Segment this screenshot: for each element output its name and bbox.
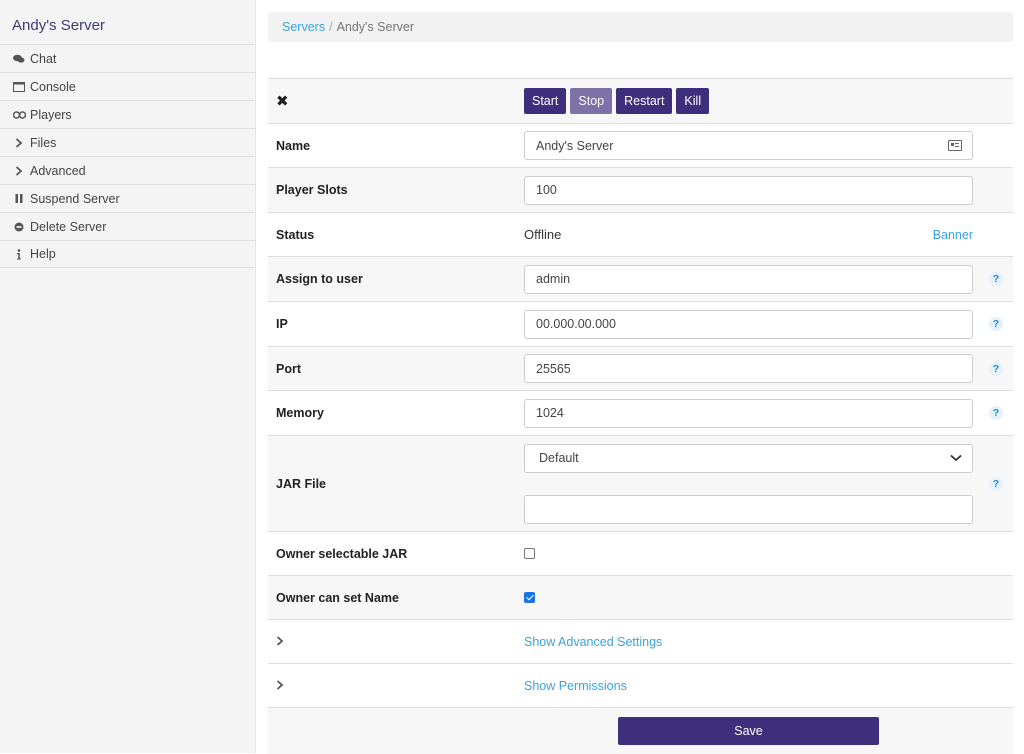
show-permissions-link[interactable]: Show Permissions — [524, 679, 627, 693]
port-label: Port — [276, 361, 301, 376]
assign-user-input[interactable]: admin — [524, 264, 973, 294]
memory-label: Memory — [276, 406, 324, 420]
help-icon[interactable]: ? — [989, 361, 1003, 376]
help-icon[interactable]: ? — [989, 476, 1003, 491]
sidebar-item-label: Players — [30, 107, 72, 122]
kill-button[interactable]: Kill — [676, 88, 710, 114]
jar-file-selected: Default — [539, 451, 579, 465]
banner-link[interactable]: Banner — [933, 228, 973, 242]
sidebar: Andy's Server Chat Console Players Files… — [0, 0, 256, 753]
status-label: Status — [276, 227, 315, 242]
permissions-row[interactable]: Show Permissions — [268, 664, 1013, 708]
chevron-right-icon — [268, 635, 524, 649]
stop-button[interactable]: Stop — [570, 88, 613, 114]
status-row: Status Offline Banner — [268, 213, 1013, 257]
memory-row: Memory 1024 ? — [268, 391, 1013, 436]
sidebar-item-chat[interactable]: Chat — [0, 44, 255, 72]
chevron-right-icon — [12, 137, 26, 148]
chat-icon — [12, 54, 26, 64]
sidebar-item-suspend-server[interactable]: Suspend Server — [0, 184, 255, 212]
assign-user-row: Assign to user admin ? — [268, 257, 1013, 302]
sidebar-item-console[interactable]: Console — [0, 72, 255, 100]
sidebar-title: Andy's Server — [12, 17, 105, 34]
owner-name-row: Owner can set Name — [268, 576, 1013, 620]
console-icon — [12, 81, 26, 92]
sidebar-item-label: Suspend Server — [30, 191, 120, 206]
port-input[interactable]: 25565 — [524, 354, 973, 383]
restart-button[interactable]: Restart — [616, 88, 673, 114]
delete-icon — [12, 222, 26, 232]
name-label: Name — [276, 138, 311, 153]
help-icon[interactable]: ? — [989, 317, 1003, 331]
ip-input[interactable]: 00.000.00.000 — [524, 309, 973, 339]
pause-icon — [12, 194, 26, 203]
sidebar-item-label: Help — [30, 247, 56, 261]
jar-file-row: JAR File Default ? — [268, 436, 1013, 532]
assign-user-label: Assign to user — [276, 272, 363, 286]
sidebar-item-files[interactable]: Files — [0, 128, 255, 156]
port-row: Port 25565 ? — [268, 347, 1013, 391]
players-icon — [12, 110, 26, 119]
start-button[interactable]: Start — [524, 88, 567, 114]
owner-jar-row: Owner selectable JAR — [268, 532, 1013, 576]
jar-file-label: JAR File — [276, 476, 327, 491]
ip-label: IP — [276, 317, 288, 331]
name-row: Name Andy's Server — [268, 124, 1013, 168]
server-form: ✖ Start Stop Restart Kill Name Andy's Se… — [268, 78, 1013, 754]
memory-input[interactable]: 1024 — [524, 398, 973, 428]
contact-card-icon — [948, 140, 962, 151]
owner-name-label: Owner can set Name — [276, 590, 399, 605]
sidebar-item-label: Chat — [30, 51, 57, 66]
breadcrumb-current: Andy's Server — [336, 20, 414, 34]
chevron-down-icon — [950, 451, 962, 465]
info-icon — [12, 248, 26, 260]
save-button[interactable]: Save — [618, 717, 879, 745]
ip-row: IP 00.000.00.000 ? — [268, 302, 1013, 347]
player-slots-row: Player Slots 100 — [268, 168, 1013, 213]
chevron-right-icon — [268, 679, 524, 693]
save-row: Save — [268, 708, 1013, 754]
sidebar-item-label: Advanced — [30, 163, 86, 178]
help-icon[interactable]: ? — [989, 406, 1003, 420]
breadcrumb-separator: / — [329, 20, 333, 34]
breadcrumb-servers-link[interactable]: Servers — [282, 20, 325, 34]
player-slots-label: Player Slots — [276, 183, 348, 197]
sidebar-item-label: Delete Server — [30, 219, 107, 234]
control-row: ✖ Start Stop Restart Kill — [268, 79, 1013, 124]
help-icon[interactable]: ? — [989, 272, 1003, 286]
owner-jar-checkbox[interactable] — [524, 548, 535, 559]
sidebar-item-label: Files — [30, 135, 57, 150]
player-slots-input[interactable]: 100 — [524, 175, 973, 205]
sidebar-item-players[interactable]: Players — [0, 100, 255, 128]
jar-file-custom-input[interactable] — [524, 494, 973, 524]
name-input[interactable]: Andy's Server — [524, 131, 973, 160]
sidebar-item-label: Console — [30, 79, 76, 94]
owner-name-checkbox[interactable] — [524, 592, 535, 603]
jar-file-select[interactable]: Default — [524, 443, 973, 473]
chevron-right-icon — [12, 165, 26, 176]
owner-jar-label: Owner selectable JAR — [276, 546, 408, 561]
control-buttons: Start Stop Restart Kill — [524, 88, 1013, 114]
sidebar-item-help[interactable]: Help — [0, 240, 255, 268]
breadcrumb: Servers / Andy's Server — [268, 12, 1013, 42]
sidebar-item-advanced[interactable]: Advanced — [0, 156, 255, 184]
status-value: Offline — [524, 227, 562, 242]
sidebar-item-delete-server[interactable]: Delete Server — [0, 212, 255, 240]
name-input-value: Andy's Server — [536, 138, 614, 153]
main-content: Servers / Andy's Server ✖ Start Stop Resta… — [268, 12, 1013, 754]
close-icon[interactable]: ✖ — [268, 92, 524, 110]
show-advanced-settings-link[interactable]: Show Advanced Settings — [524, 635, 662, 649]
advanced-settings-row[interactable]: Show Advanced Settings — [268, 620, 1013, 664]
